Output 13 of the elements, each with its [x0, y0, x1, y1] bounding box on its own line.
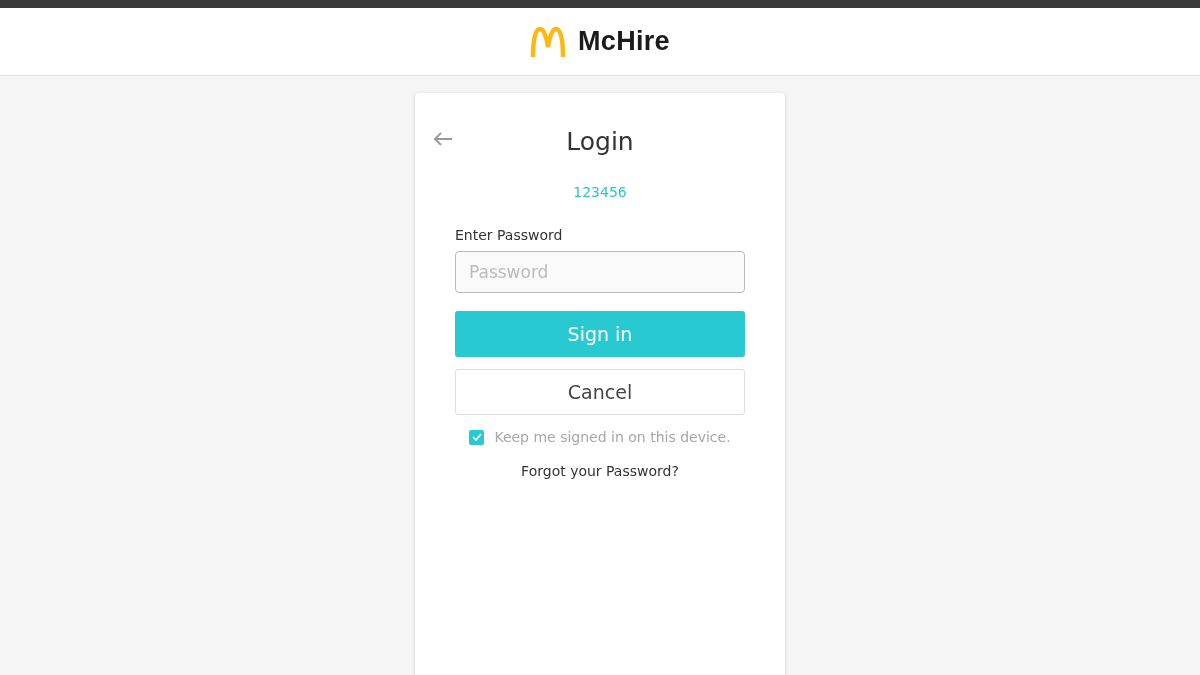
keep-signed-in-label: Keep me signed in on this device.: [494, 429, 731, 445]
account-number: 123456: [572, 184, 628, 200]
password-label: Enter Password: [455, 227, 564, 243]
back-arrow-icon: [433, 131, 453, 147]
brand-name: McHire: [578, 26, 670, 57]
keep-signed-in-checkbox[interactable]: [469, 429, 485, 445]
check-icon: [471, 433, 482, 441]
password-field[interactable]: Password: [455, 251, 745, 293]
forgot-password-link[interactable]: Forgot your Password?: [521, 463, 679, 479]
back-button[interactable]: [433, 131, 453, 147]
login-title: Login: [566, 126, 634, 156]
cancel-button[interactable]: Cancel: [455, 369, 745, 415]
arches-logo-icon: [530, 26, 567, 57]
